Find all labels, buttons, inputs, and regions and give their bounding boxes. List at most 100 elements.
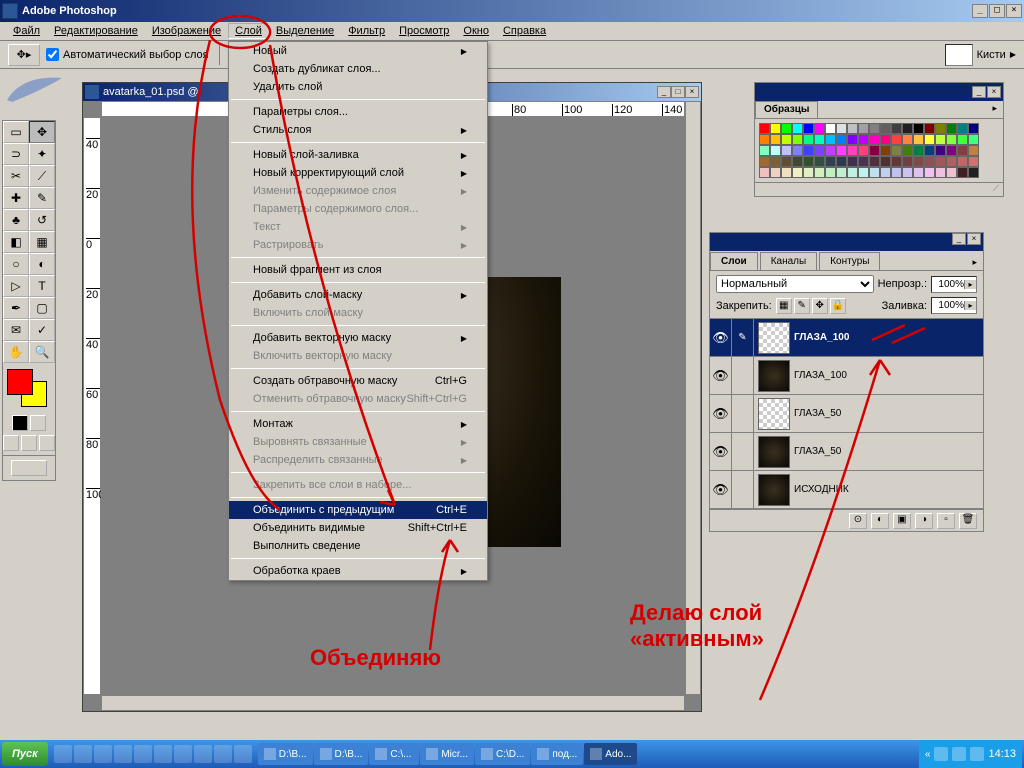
shape-tool[interactable]: ▢ [29, 297, 55, 319]
move-tool-icon[interactable]: ✥▸ [8, 44, 40, 66]
taskbar-task[interactable]: C:\... [369, 743, 419, 765]
standard-mode-icon[interactable] [12, 415, 28, 431]
swatch[interactable] [847, 134, 858, 145]
swatch[interactable] [770, 145, 781, 156]
hand-tool[interactable]: ✋ [3, 341, 29, 363]
doc-close-button[interactable]: × [685, 86, 699, 98]
delete-layer-icon[interactable]: 🗑 [959, 513, 977, 529]
link-icon[interactable] [732, 433, 754, 470]
swatch[interactable] [957, 134, 968, 145]
swatch[interactable] [792, 134, 803, 145]
screen-mode-icon[interactable] [21, 435, 37, 451]
swatch[interactable] [836, 156, 847, 167]
menu-item[interactable]: Параметры слоя... [229, 103, 487, 121]
swatch[interactable] [858, 167, 869, 178]
visibility-icon[interactable]: 👁 [710, 319, 732, 356]
swatch[interactable] [957, 145, 968, 156]
quick-launch-icon[interactable] [234, 745, 252, 763]
swatch[interactable] [781, 167, 792, 178]
link-icon[interactable] [732, 357, 754, 394]
menu-item[interactable]: Объединить с предыдущимCtrl+E [229, 501, 487, 519]
swatch[interactable] [902, 167, 913, 178]
swatch[interactable] [935, 123, 946, 134]
swatch[interactable] [836, 123, 847, 134]
swatch[interactable] [968, 156, 979, 167]
link-icon[interactable]: ✎ [732, 319, 754, 356]
foreground-color[interactable] [7, 369, 33, 395]
color-picker[interactable] [3, 367, 55, 411]
swatch[interactable] [924, 134, 935, 145]
layer-name[interactable]: ГЛАЗА_50 [794, 446, 983, 457]
blur-tool[interactable]: ○ [3, 253, 29, 275]
swatch[interactable] [913, 167, 924, 178]
swatch[interactable] [880, 134, 891, 145]
lock-position-icon[interactable]: ✥ [812, 298, 828, 314]
swatch[interactable] [825, 134, 836, 145]
swatch[interactable] [880, 156, 891, 167]
menu-item[interactable]: Добавить слой-маску▶ [229, 286, 487, 304]
menu-item[interactable]: Удалить слой [229, 78, 487, 96]
menu-image[interactable]: Изображение [145, 23, 228, 39]
swatch[interactable] [957, 123, 968, 134]
menu-item[interactable]: Новый слой-заливка▶ [229, 146, 487, 164]
auto-select-checkbox[interactable]: Автоматический выбор слоя [46, 48, 209, 61]
eyedropper-tool[interactable]: ✓ [29, 319, 55, 341]
swatch[interactable] [803, 145, 814, 156]
gradient-tool[interactable]: ▦ [29, 231, 55, 253]
close-button[interactable]: × [1006, 4, 1022, 18]
menu-item[interactable]: Новый корректирующий слой▶ [229, 164, 487, 182]
swatch[interactable] [913, 134, 924, 145]
menu-item[interactable]: Стиль слоя▶ [229, 121, 487, 139]
swatch[interactable] [858, 123, 869, 134]
swatch[interactable] [924, 123, 935, 134]
menu-item[interactable]: Обработка краев▶ [229, 562, 487, 580]
wand-tool[interactable]: ✦ [29, 143, 55, 165]
minimize-button[interactable]: _ [972, 4, 988, 18]
menu-view[interactable]: Просмотр [392, 23, 456, 39]
channels-tab[interactable]: Каналы [760, 252, 818, 270]
quick-launch-icon[interactable] [74, 745, 92, 763]
swatch[interactable] [792, 167, 803, 178]
swatch[interactable] [869, 167, 880, 178]
panel-close-button[interactable]: × [967, 233, 981, 245]
taskbar-task[interactable]: D:\В... [258, 743, 313, 765]
lasso-tool[interactable]: ⊃ [3, 143, 29, 165]
swatch[interactable] [968, 134, 979, 145]
pen-tool[interactable]: ✒ [3, 297, 29, 319]
panel-minimize-button[interactable]: _ [952, 233, 966, 245]
quick-launch-icon[interactable] [134, 745, 152, 763]
start-button[interactable]: Пуск [2, 742, 48, 766]
swatch[interactable] [759, 156, 770, 167]
swatch[interactable] [924, 145, 935, 156]
swatch[interactable] [770, 156, 781, 167]
swatch[interactable] [946, 145, 957, 156]
menu-item[interactable]: Новый▶ [229, 42, 487, 60]
swatch[interactable] [781, 145, 792, 156]
menu-item[interactable]: Объединить видимыеShift+Ctrl+E [229, 519, 487, 537]
quickmask-mode-icon[interactable] [30, 415, 46, 431]
layer-name[interactable]: ГЛАЗА_50 [794, 408, 983, 419]
swatch[interactable] [858, 156, 869, 167]
panel-minimize-button[interactable]: _ [972, 86, 986, 98]
taskbar-task[interactable]: D:\В... [314, 743, 369, 765]
swatch[interactable] [891, 145, 902, 156]
crop-tool[interactable]: ✂ [3, 165, 29, 187]
menu-filter[interactable]: Фильтр [341, 23, 392, 39]
swatch[interactable] [957, 167, 968, 178]
layer-set-icon[interactable]: ▣ [893, 513, 911, 529]
swatch[interactable] [847, 123, 858, 134]
screen-mode-icon[interactable] [39, 435, 55, 451]
horizontal-scrollbar[interactable] [101, 695, 685, 711]
layer-style-icon[interactable]: ⊙ [849, 513, 867, 529]
visibility-icon[interactable]: 👁 [710, 395, 732, 432]
swatch[interactable] [891, 123, 902, 134]
taskbar-task[interactable]: Micr... [420, 743, 474, 765]
visibility-icon[interactable]: 👁 [710, 433, 732, 470]
swatch[interactable] [759, 167, 770, 178]
swatch[interactable] [814, 134, 825, 145]
swatch[interactable] [825, 156, 836, 167]
swatch[interactable] [814, 167, 825, 178]
dodge-tool[interactable]: ◐ [29, 253, 55, 275]
swatch[interactable] [836, 167, 847, 178]
layer-name[interactable]: ГЛАЗА_100 [794, 370, 983, 381]
